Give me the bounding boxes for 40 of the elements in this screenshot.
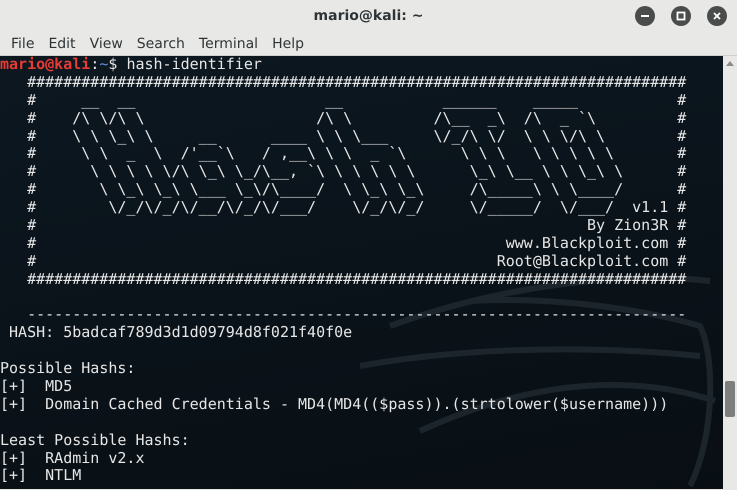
terminal-line: # Root@Blackploit.com #: [26, 252, 686, 271]
menu-item[interactable]: View: [82, 32, 130, 54]
menu-item[interactable]: Help: [265, 32, 311, 54]
terminal-line: Possible Hashs:: [0, 360, 136, 378]
terminal-line: [+] Domain Cached Credentials - MD4(MD4(($pass)).(strtolower($username))): [0, 396, 668, 414]
terminal-line: # \ \ \_\ \ __ ____ \ \ \___ \/_/\ \/ \ \ \/\ \ #: [26, 128, 686, 146]
terminal-line: # \ \ _ \ /'__`\ / ,__\ \ \ _ `\ \ \ \ \ \ \ \ \ #: [26, 145, 686, 164]
scroll-up-icon[interactable]: [725, 60, 735, 67]
scrollbar[interactable]: [723, 56, 737, 489]
terminal-line: # \ \ \ \ \/\ \_\ \_/\__, `\ \ \ \ \ \ \_\ \__ \ \ \_\ \ #: [26, 163, 686, 182]
terminal-line: -------------------------------------------------------------------------: [26, 306, 686, 324]
terminal-line: Least Possible Hashs:: [0, 432, 190, 450]
terminal-line: # By Zion3R #: [26, 217, 686, 235]
scrollbar-thumb[interactable]: [725, 381, 735, 417]
terminal-line: [+] NTLM: [0, 467, 82, 486]
close-icon: [712, 11, 722, 21]
prompt-separator: :: [90, 56, 100, 73]
terminal-line: # __ __ __ ______ _____ #: [26, 92, 686, 110]
menu-item[interactable]: File: [4, 32, 42, 54]
terminal-line: HASH: 5badcaf789d3d1d09794d8f021f40f0e: [8, 324, 352, 342]
prompt-symbol: $: [108, 56, 118, 73]
terminal-line: [+] RAdmin v2.x: [0, 450, 144, 468]
close-button[interactable]: [707, 6, 727, 26]
prompt-path: ~: [99, 56, 108, 73]
menu-item[interactable]: Search: [130, 32, 192, 54]
terminal-line: # /\ \/\ \ /\ \ /\__ _\ /\ _ `\ #: [26, 110, 686, 128]
prompt-user: mario@kali: [0, 56, 90, 73]
terminal-line: [+] MD5: [0, 378, 72, 396]
terminal-line: #########################################################################: [26, 74, 686, 92]
maximize-button[interactable]: [671, 6, 691, 26]
terminal-line: # \/_/\/_/\/__/\/_/\/___/ \/_/\/_/ \/_____/ \/___/ v1.1 #: [26, 199, 686, 218]
minimize-button[interactable]: [635, 6, 655, 26]
terminal-line: #########################################################################: [26, 270, 686, 289]
command-text: hash-identifier: [126, 56, 262, 73]
menu-item[interactable]: Edit: [41, 32, 83, 54]
terminal-line: # \ \_\ \_\ \___ \_\/\____/ \ \_\ \_\ /\_____\ \ \____/ #: [26, 181, 686, 200]
menu-item[interactable]: Terminal: [192, 32, 266, 54]
terminal-line: # www.Blackploit.com #: [26, 234, 686, 253]
maximize-icon: [676, 11, 686, 21]
window-title: mario@kali: ~: [314, 6, 424, 26]
